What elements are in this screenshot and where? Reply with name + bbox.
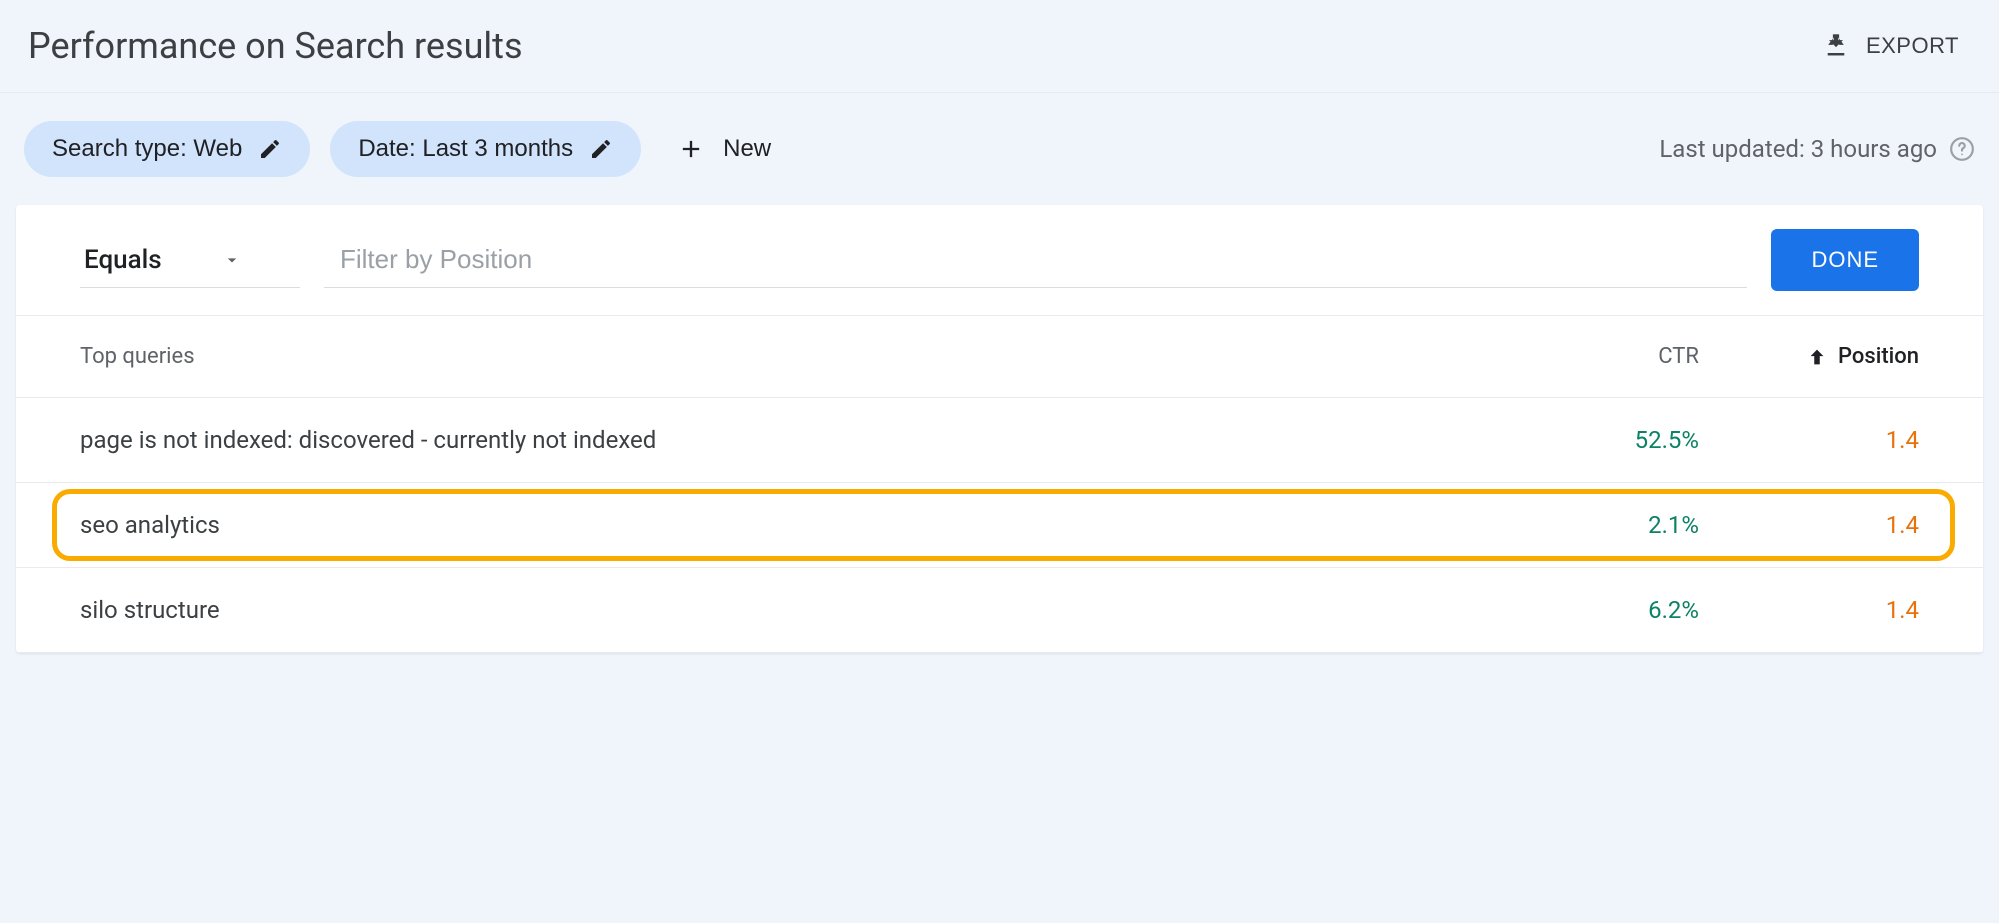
query-cell: seo analytics	[80, 511, 1519, 539]
filters-left: Search type: Web Date: Last 3 months New	[24, 121, 787, 177]
export-button[interactable]: EXPORT	[1810, 24, 1971, 68]
export-label: EXPORT	[1866, 33, 1959, 59]
help-icon[interactable]	[1949, 136, 1975, 162]
page-title: Performance on Search results	[28, 25, 523, 67]
ctr-cell: 2.1%	[1519, 511, 1699, 539]
download-icon	[1822, 32, 1850, 60]
plus-icon	[677, 135, 705, 163]
table-row[interactable]: silo structure6.2%1.4	[16, 568, 1983, 653]
dropdown-icon	[222, 250, 242, 270]
filters-bar: Search type: Web Date: Last 3 months New…	[0, 93, 1999, 205]
pencil-icon	[589, 137, 613, 161]
query-cell: page is not indexed: discovered - curren…	[80, 426, 1519, 454]
position-cell: 1.4	[1699, 511, 1919, 539]
header-query: Top queries	[80, 344, 1519, 369]
position-cell: 1.4	[1699, 426, 1919, 454]
position-cell: 1.4	[1699, 596, 1919, 624]
date-range-chip[interactable]: Date: Last 3 months	[330, 121, 641, 177]
new-filter-button[interactable]: New	[661, 127, 787, 171]
page-header: Performance on Search results EXPORT	[0, 0, 1999, 93]
last-updated: Last updated: 3 hours ago	[1659, 135, 1975, 163]
last-updated-text: Last updated: 3 hours ago	[1659, 135, 1937, 163]
table-body: page is not indexed: discovered - curren…	[16, 398, 1983, 653]
filter-operator-label: Equals	[84, 245, 162, 275]
filter-position-input[interactable]	[324, 232, 1747, 288]
header-ctr[interactable]: CTR	[1519, 344, 1699, 369]
search-type-chip[interactable]: Search type: Web	[24, 121, 310, 177]
pencil-icon	[258, 137, 282, 161]
ctr-cell: 6.2%	[1519, 596, 1699, 624]
ctr-cell: 52.5%	[1519, 426, 1699, 454]
results-card: Equals DONE Top queries CTR Position pag…	[16, 205, 1983, 653]
table-header: Top queries CTR Position	[16, 315, 1983, 398]
arrow-up-icon	[1806, 346, 1828, 368]
filter-operator-select[interactable]: Equals	[80, 233, 300, 288]
table-row[interactable]: page is not indexed: discovered - curren…	[16, 398, 1983, 483]
table-row[interactable]: seo analytics2.1%1.4	[16, 483, 1983, 568]
date-range-label: Date: Last 3 months	[358, 135, 573, 163]
new-label: New	[723, 135, 771, 163]
filter-row: Equals DONE	[16, 205, 1983, 315]
done-button[interactable]: DONE	[1771, 229, 1919, 291]
header-position-label: Position	[1838, 344, 1919, 369]
header-position[interactable]: Position	[1699, 344, 1919, 369]
query-cell: silo structure	[80, 596, 1519, 624]
search-type-label: Search type: Web	[52, 135, 242, 163]
